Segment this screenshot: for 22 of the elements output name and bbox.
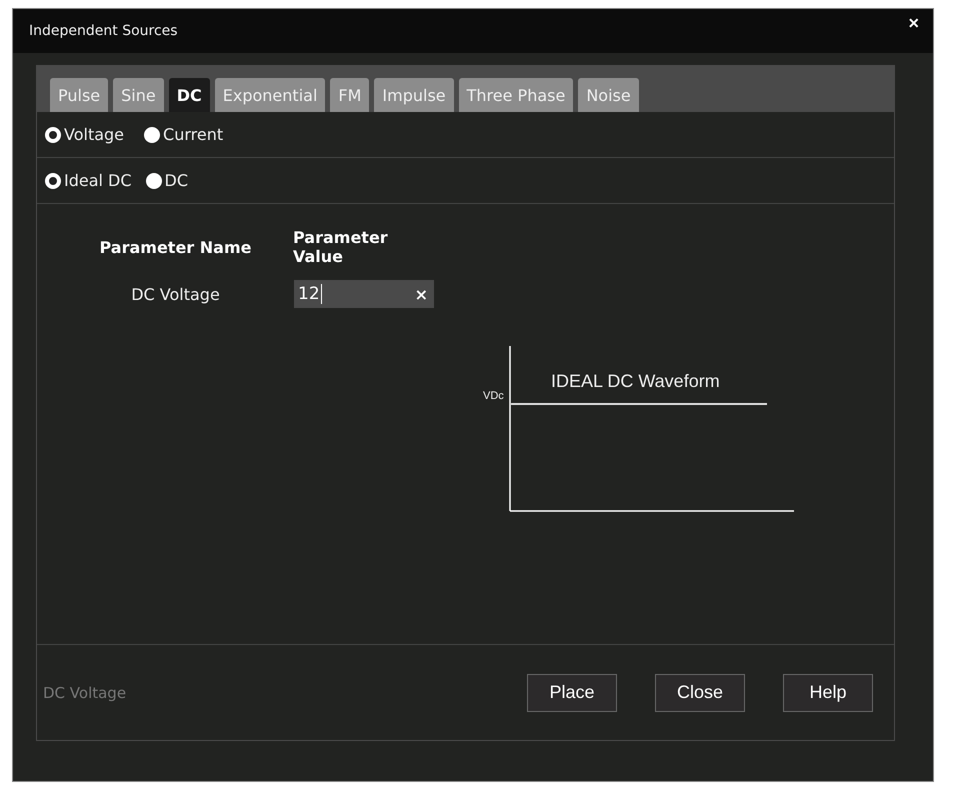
radio-button[interactable] <box>144 126 160 142</box>
status-text: DC Voltage <box>43 684 126 702</box>
dialog-button[interactable]: Close <box>655 674 745 712</box>
input-field[interactable]: 12 × <box>294 280 434 308</box>
radio-button[interactable] <box>45 172 61 188</box>
window-title: Independent Sources <box>29 23 178 39</box>
clear-button[interactable]: × <box>414 284 428 304</box>
radio-button[interactable] <box>45 126 61 142</box>
tab[interactable]: DC <box>168 78 210 112</box>
axis-label: VDc <box>483 390 504 402</box>
radio-label[interactable]: Current <box>163 125 224 144</box>
parameter-name: DC Voltage <box>130 284 221 304</box>
close-button[interactable]: × <box>908 13 919 34</box>
radio-label[interactable]: DC <box>164 171 188 190</box>
waveform-title: IDEAL DC Waveform <box>551 371 720 391</box>
radio-label[interactable]: Voltage <box>64 125 124 144</box>
radio-label[interactable]: Ideal DC <box>64 171 132 190</box>
dialog-button[interactable]: Place <box>527 674 617 712</box>
column-header: Parameter Name <box>98 238 252 256</box>
column-header: Parameter Value <box>292 228 389 266</box>
radio-button[interactable] <box>146 172 162 188</box>
dialog-button[interactable]: Help <box>783 674 873 712</box>
